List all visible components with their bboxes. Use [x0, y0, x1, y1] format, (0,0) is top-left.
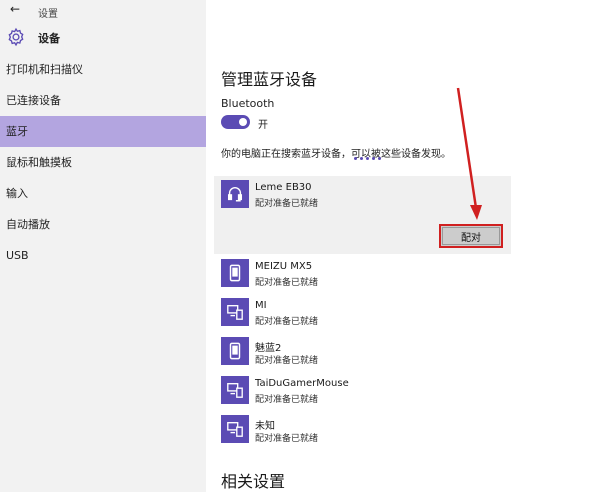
sidebar-item-usb[interactable]: USB [0, 240, 206, 271]
device-item[interactable]: 未知 配对准备已就绪 [221, 415, 511, 447]
device-item[interactable]: MI 配对准备已就绪 [221, 298, 511, 330]
search-status-text: 你的电脑正在搜索蓝牙设备，可以被这些设备发现。 [221, 149, 451, 160]
toggle-knob [239, 118, 247, 126]
device-item[interactable]: MEIZU MX5 配对准备已就绪 [221, 259, 511, 291]
device-name: TaiDuGamerMouse [255, 378, 349, 389]
sidebar-item-mouse-touchpad[interactable]: 鼠标和触摸板 [0, 147, 206, 178]
main-pane: 管理蓝牙设备 Bluetooth 开 你的电脑正在搜索蓝牙设备，可以被这些设备发… [206, 0, 600, 492]
sidebar-item-typing[interactable]: 输入 [0, 178, 206, 209]
pair-button[interactable]: 配对 [439, 224, 503, 248]
device-name: MI [255, 300, 267, 311]
window-title: 设置 [38, 9, 58, 20]
bluetooth-label: Bluetooth [221, 97, 275, 110]
computer-devices-icon [221, 376, 249, 404]
device-status: 配对准备已就绪 [255, 434, 319, 444]
toggle-state-label: 开 [258, 120, 268, 131]
related-settings-title: 相关设置 [221, 472, 286, 491]
left-pane: ← 设置 设备 打印机和扫描仪 已连接设备 蓝牙 鼠标和触摸板 输入 自动播放 … [0, 0, 206, 492]
device-item[interactable]: TaiDuGamerMouse 配对准备已就绪 [221, 376, 511, 408]
computer-devices-icon [221, 415, 249, 443]
device-status: 配对准备已就绪 [255, 278, 319, 288]
searching-progress-dots [354, 157, 381, 160]
header-title: 设备 [38, 32, 60, 45]
phone-icon [221, 337, 249, 365]
device-name: MEIZU MX5 [255, 261, 313, 272]
sidebar-item-bluetooth[interactable]: 蓝牙 [0, 116, 206, 147]
sidebar-nav: 打印机和扫描仪 已连接设备 蓝牙 鼠标和触摸板 输入 自动播放 USB [0, 54, 206, 271]
phone-icon [221, 259, 249, 287]
bluetooth-toggle[interactable] [221, 115, 250, 129]
device-status: 配对准备已就绪 [255, 199, 319, 209]
sidebar-item-connected-devices[interactable]: 已连接设备 [0, 85, 206, 116]
gear-icon [8, 27, 24, 47]
device-status: 配对准备已就绪 [255, 395, 319, 405]
device-name: Leme EB30 [255, 182, 312, 193]
title-bar: ← 设置 [0, 0, 206, 20]
device-name: 魅蓝2 [255, 343, 282, 354]
sidebar-item-printers[interactable]: 打印机和扫描仪 [0, 54, 206, 85]
page-title: 管理蓝牙设备 [221, 70, 318, 89]
headset-icon [221, 180, 249, 208]
device-name: 未知 [255, 421, 275, 432]
device-item[interactable]: Leme EB30 配对准备已就绪 [221, 180, 511, 212]
device-status: 配对准备已就绪 [255, 317, 319, 327]
back-arrow-icon[interactable]: ← [10, 2, 20, 16]
sidebar-item-autoplay[interactable]: 自动播放 [0, 209, 206, 240]
computer-devices-icon [221, 298, 249, 326]
device-status: 配对准备已就绪 [255, 356, 319, 366]
device-item[interactable]: 魅蓝2 配对准备已就绪 [221, 337, 511, 369]
